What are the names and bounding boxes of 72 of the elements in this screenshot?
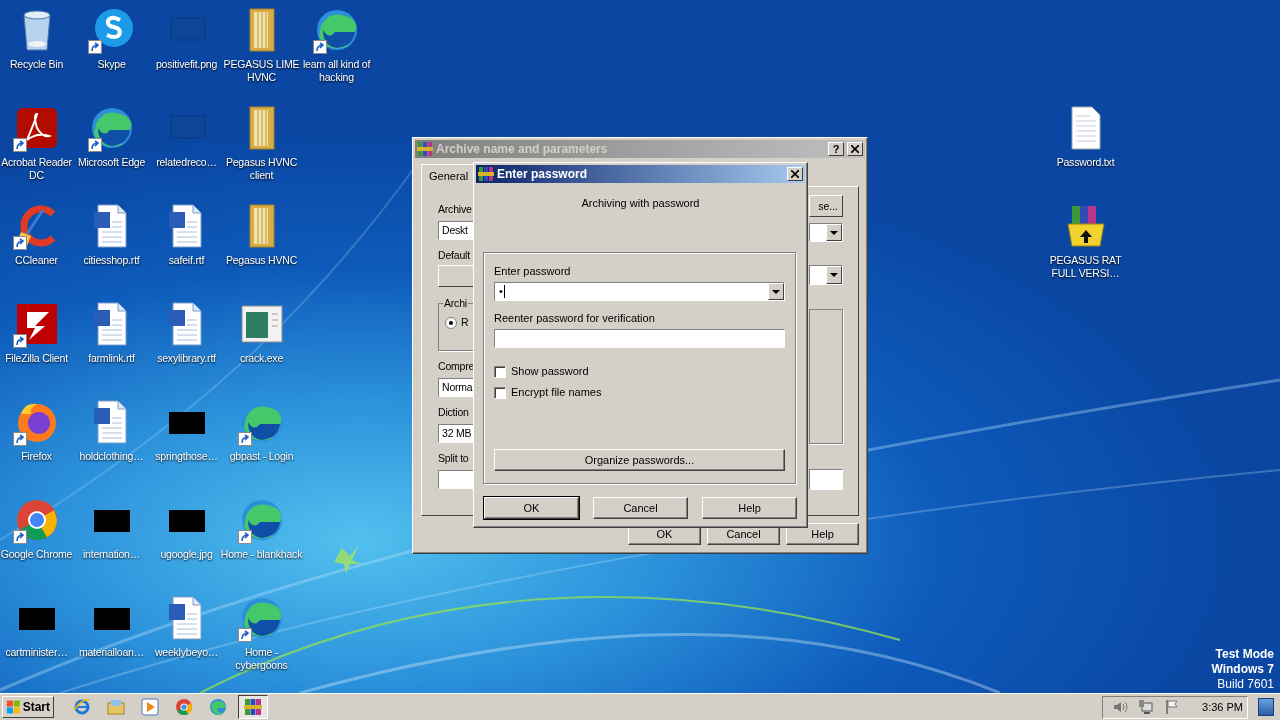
dropdown-field[interactable] <box>809 265 843 285</box>
start-button[interactable]: Start <box>2 696 54 718</box>
show-desktop-button[interactable] <box>1258 698 1274 716</box>
radio-label[interactable]: R <box>461 316 469 329</box>
system-notice: Windows 7 <box>1211 662 1274 677</box>
flag-icon[interactable] <box>1164 699 1181 715</box>
shortcut-arrow-icon <box>12 530 27 544</box>
clock[interactable]: 3:36 PM <box>1202 701 1243 713</box>
dialog-button[interactable]: se... <box>809 195 843 217</box>
shortcut-arrow-icon <box>237 628 252 642</box>
input-field[interactable] <box>809 469 843 490</box>
swirl-globe-icon <box>209 698 227 716</box>
shortcut-arrow-icon <box>87 40 102 54</box>
shortcut-arrow-icon <box>12 138 27 152</box>
system-notice: Build 7601 <box>1217 677 1274 692</box>
folder-icon <box>107 698 125 716</box>
shortcut-arrow-icon <box>312 40 327 54</box>
four-squares-logo-icon <box>6 699 21 715</box>
shortcut-arrow-icon <box>12 236 27 250</box>
sparkle-drawing <box>334 546 362 574</box>
radio-button[interactable] <box>445 316 457 329</box>
window-title: Archive name and parameters <box>436 142 609 156</box>
icon-label[interactable]: Pegasus HVNC <box>219 254 304 267</box>
icon-label[interactable]: Password.txt <box>1043 156 1128 169</box>
caret-icon <box>830 273 838 277</box>
archive-books-icon <box>244 698 262 716</box>
checkbox-label[interactable]: Show password <box>511 365 589 378</box>
password-field[interactable] <box>494 329 785 348</box>
archive-books-icon <box>478 166 494 182</box>
icon-label[interactable]: PEGASUS LIME HVNC <box>219 58 304 84</box>
shortcut-arrow-icon <box>237 530 252 544</box>
taskbar-button[interactable] <box>238 695 268 719</box>
speaker-icon[interactable] <box>1112 699 1129 715</box>
dialog-button[interactable]: OK <box>484 497 579 519</box>
checkbox-label[interactable]: Encrypt file names <box>511 386 602 399</box>
close-button[interactable] <box>787 167 803 181</box>
dialog-button[interactable]: Cancel <box>593 497 688 519</box>
field-label: Archive <box>438 203 473 216</box>
shortcut-arrow-icon <box>87 138 102 152</box>
dialog-button[interactable]: Help <box>702 497 797 519</box>
system-notice: Test Mode <box>1215 647 1274 662</box>
icon-label[interactable]: Acrobat Reader DC <box>0 156 79 182</box>
dialog-button[interactable]: Help <box>786 523 859 545</box>
round-wheel-icon <box>175 698 193 716</box>
window-title: Enter password <box>497 167 589 181</box>
close-icon <box>791 170 799 178</box>
dropdown-field[interactable] <box>809 223 843 242</box>
icon-label[interactable]: Google Chrome <box>0 548 79 561</box>
network-icon[interactable] <box>1138 699 1155 715</box>
shortcut-arrow-icon <box>12 432 27 446</box>
field-label: Default <box>438 249 471 262</box>
archive-books-icon <box>417 141 433 157</box>
close-icon <box>851 145 859 153</box>
caret-icon <box>772 289 780 294</box>
checkbox[interactable] <box>494 386 506 399</box>
dialog-message: Archiving with password <box>580 197 701 210</box>
field-label: Enter password <box>494 265 572 278</box>
field-label: Reenter password for verification <box>494 312 656 325</box>
checkbox[interactable] <box>494 365 506 378</box>
password-field[interactable]: • <box>494 282 785 301</box>
caret-icon <box>830 230 838 235</box>
field-label: Split to <box>438 452 470 465</box>
field-label: Diction <box>438 406 470 419</box>
field-label: Compre <box>438 360 476 373</box>
icon-label[interactable]: Pegasus HVNC client <box>219 156 304 182</box>
group-label: Archi <box>443 297 468 310</box>
organize-passwords-button[interactable]: Organize passwords... <box>494 449 785 471</box>
shortcut-arrow-icon <box>237 432 252 446</box>
play-icon <box>141 698 159 716</box>
browser-e-icon <box>73 698 91 716</box>
icon-label[interactable]: PEGASUS RAT FULL VERSI… <box>1043 254 1128 280</box>
shortcut-arrow-icon <box>12 334 27 348</box>
